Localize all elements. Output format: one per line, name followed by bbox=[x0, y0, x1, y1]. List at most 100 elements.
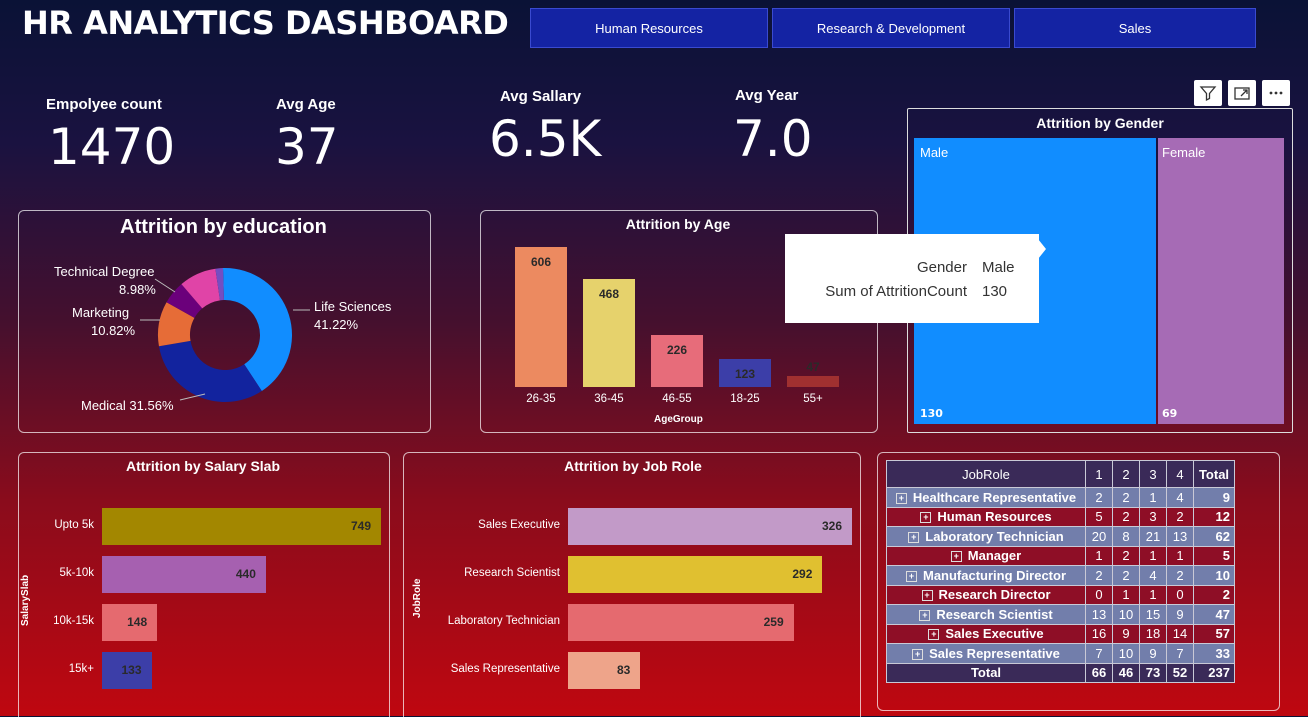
matrix-cell: 7 bbox=[1085, 643, 1113, 664]
matrix-cell: 1 bbox=[1166, 545, 1194, 566]
matrix-cell: 4 bbox=[1139, 565, 1167, 586]
matrix-grand-total: 237 bbox=[1193, 662, 1235, 683]
matrix-cell: 7 bbox=[1166, 643, 1194, 664]
tooltip-key-sum: Sum of AttritionCount bbox=[825, 283, 967, 300]
edu-label-technical-pct: 8.98% bbox=[119, 282, 156, 297]
matrix-col-total: 73 bbox=[1139, 662, 1167, 683]
matrix-role-cell[interactable]: + Healthcare Representative bbox=[886, 487, 1086, 508]
education-donut[interactable] bbox=[140, 251, 310, 421]
expand-icon[interactable]: + bbox=[895, 492, 907, 504]
matrix-role-label: Sales Representative bbox=[929, 645, 1060, 661]
matrix-cell: 8 bbox=[1112, 526, 1140, 547]
expand-icon[interactable]: + bbox=[908, 531, 920, 543]
slicer-research-development[interactable]: Research & Development bbox=[772, 8, 1010, 48]
jobrole-bar-value: 292 bbox=[792, 566, 813, 581]
gender-tooltip: Gender Male Sum of AttritionCount 130 bbox=[785, 234, 1039, 323]
matrix-row[interactable]: + Research Director 0 1 1 0 2 bbox=[886, 584, 1235, 605]
jobrole-bar-chart[interactable]: 326 Sales Executive 292 Research Scientist 2… bbox=[403, 452, 859, 716]
salary-bar-value: 440 bbox=[235, 566, 256, 581]
salary-tick-label: 5k-10k bbox=[59, 566, 94, 579]
matrix-cell: 9 bbox=[1139, 643, 1167, 664]
jobrole-bar-value: 326 bbox=[821, 518, 842, 533]
matrix-row-total: 47 bbox=[1193, 604, 1235, 625]
matrix-role-cell[interactable]: + Manager bbox=[886, 545, 1086, 566]
matrix-row[interactable]: + Sales Representative 7 10 9 7 33 bbox=[886, 643, 1235, 664]
matrix-role-cell[interactable]: + Human Resources bbox=[886, 506, 1086, 527]
matrix-cell: 18 bbox=[1139, 623, 1167, 644]
filter-icon[interactable] bbox=[1194, 80, 1222, 106]
matrix-row[interactable]: + Sales Executive 16 9 18 14 57 bbox=[886, 623, 1235, 644]
matrix-row[interactable]: + Human Resources 5 2 3 2 12 bbox=[886, 506, 1235, 527]
tooltip-value-gender: Male bbox=[982, 259, 1015, 276]
expand-icon[interactable]: + bbox=[950, 551, 962, 563]
matrix-row[interactable]: + Laboratory Technician 20 8 21 13 62 bbox=[886, 526, 1235, 547]
kpi-avg-year-label: Avg Year bbox=[735, 87, 799, 104]
matrix-row-total: 10 bbox=[1193, 565, 1235, 586]
slicer-sales[interactable]: Sales bbox=[1014, 8, 1256, 48]
matrix-cell: 15 bbox=[1139, 604, 1167, 625]
matrix-row[interactable]: + Manager 1 2 1 1 5 bbox=[886, 545, 1235, 566]
matrix-header-4[interactable]: 4 bbox=[1166, 460, 1194, 488]
matrix-row[interactable]: + Manufacturing Director 2 2 4 2 10 bbox=[886, 565, 1235, 586]
matrix-cell: 2 bbox=[1112, 506, 1140, 527]
age-bar-value: 123 bbox=[734, 366, 756, 381]
matrix-row-total: 62 bbox=[1193, 526, 1235, 547]
gender-female-value: 69 bbox=[1162, 407, 1178, 420]
salary-bar-chart[interactable]: 749 Upto 5k 440 5k-10k 148 10k-15k 133 15k+ bbox=[18, 452, 388, 716]
matrix-header-3[interactable]: 3 bbox=[1139, 460, 1167, 488]
salary-tick-label: 15k+ bbox=[68, 662, 94, 675]
matrix-role-cell[interactable]: + Research Scientist bbox=[886, 604, 1086, 625]
matrix-role-cell[interactable]: + Laboratory Technician bbox=[886, 526, 1086, 547]
matrix-role-cell[interactable]: + Research Director bbox=[886, 584, 1086, 605]
matrix-role-cell[interactable]: + Manufacturing Director bbox=[886, 565, 1086, 586]
donut-slice-medical[interactable] bbox=[158, 340, 262, 402]
age-tick-label: 18-25 bbox=[730, 393, 760, 405]
jobrole-matrix[interactable]: JobRole 1 2 3 4 Total + Healthcare Repres… bbox=[886, 460, 1235, 683]
kpi-avg-age-label: Avg Age bbox=[276, 96, 336, 113]
jobrole-tick-label: Research Scientist bbox=[464, 566, 560, 579]
age-tick-label: 36-45 bbox=[594, 393, 624, 405]
edu-label-marketing: Marketing bbox=[72, 305, 130, 320]
matrix-row[interactable]: + Research Scientist 13 10 15 9 47 bbox=[886, 604, 1235, 625]
age-bar[interactable] bbox=[787, 376, 839, 387]
matrix-row-total: 57 bbox=[1193, 623, 1235, 644]
matrix-role-label: Manager bbox=[967, 548, 1022, 564]
expand-icon[interactable]: + bbox=[920, 512, 932, 524]
gender-female-label: Female bbox=[1162, 145, 1206, 160]
matrix-header-2[interactable]: 2 bbox=[1112, 460, 1140, 488]
gender-male-value: 130 bbox=[920, 407, 943, 420]
salary-bar-value: 133 bbox=[121, 662, 142, 677]
expand-icon[interactable]: + bbox=[905, 570, 917, 582]
edu-label-medical: Medical 31.56% bbox=[81, 398, 174, 413]
more-options-icon[interactable] bbox=[1262, 80, 1290, 106]
slicer-human-resources[interactable]: Human Resources bbox=[530, 8, 768, 48]
kpi-avg-salary-label: Avg Sallary bbox=[500, 88, 582, 105]
matrix-cell: 10 bbox=[1112, 604, 1140, 625]
age-tick-label: 46-55 bbox=[662, 393, 692, 405]
kpi-avg-salary-value: 6.5K bbox=[489, 110, 602, 168]
age-tick-label: 55+ bbox=[803, 393, 823, 405]
matrix-role-label: Research Scientist bbox=[936, 606, 1053, 622]
expand-icon[interactable]: + bbox=[921, 590, 933, 602]
expand-icon[interactable]: + bbox=[919, 609, 931, 621]
matrix-role-cell[interactable]: + Sales Executive bbox=[886, 623, 1086, 644]
matrix-cell: 2 bbox=[1112, 545, 1140, 566]
matrix-header-total[interactable]: Total bbox=[1193, 460, 1235, 488]
gender-female-tile[interactable]: Female 69 bbox=[1158, 138, 1284, 424]
expand-icon[interactable]: + bbox=[912, 648, 924, 660]
matrix-cell: 2 bbox=[1166, 565, 1194, 586]
matrix-row-total: 5 bbox=[1193, 545, 1235, 566]
matrix-role-label: Research Director bbox=[938, 587, 1051, 603]
age-bar-value: 226 bbox=[666, 342, 688, 357]
matrix-header-1[interactable]: 1 bbox=[1085, 460, 1113, 488]
matrix-cell: 4 bbox=[1166, 487, 1194, 508]
expand-icon[interactable]: + bbox=[928, 629, 940, 641]
matrix-row[interactable]: + Healthcare Representative 2 2 1 4 9 bbox=[886, 487, 1235, 508]
matrix-cell: 2 bbox=[1112, 487, 1140, 508]
matrix-header-jobrole[interactable]: JobRole bbox=[886, 460, 1086, 488]
focus-mode-icon[interactable] bbox=[1228, 80, 1256, 106]
age-bar-value: 606 bbox=[530, 255, 552, 269]
matrix-row-total: 33 bbox=[1193, 643, 1235, 664]
matrix-role-cell[interactable]: + Sales Representative bbox=[886, 643, 1086, 664]
matrix-cell: 1 bbox=[1139, 545, 1167, 566]
